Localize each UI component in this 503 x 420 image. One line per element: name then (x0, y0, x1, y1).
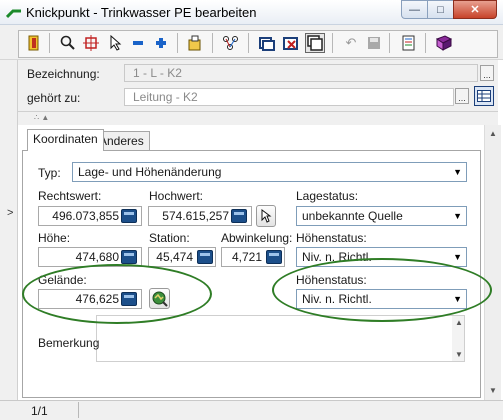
toolbar-separator (248, 33, 249, 53)
table-icon (477, 90, 491, 102)
calculator-icon[interactable] (121, 209, 137, 223)
panel-splitter[interactable] (18, 111, 498, 123)
undo-icon[interactable]: ↶ (342, 34, 360, 52)
pick-point-button[interactable] (256, 205, 276, 227)
lagestatus-select[interactable]: unbekannte Quelle ▼ (296, 206, 467, 226)
hoehe-label: Höhe: (38, 231, 71, 245)
station-label: Station: (149, 231, 190, 245)
book-icon[interactable] (435, 34, 453, 52)
scroll-down-icon[interactable]: ▼ (455, 350, 463, 359)
maximize-button[interactable]: □ (427, 0, 454, 19)
window-delete-icon[interactable] (282, 34, 300, 52)
minimize-button[interactable]: — (401, 0, 428, 19)
hoehenstatus-label: Höhenstatus: (296, 231, 367, 245)
calculator-icon[interactable] (266, 250, 282, 264)
left-gutter (0, 60, 18, 400)
plus-icon[interactable] (152, 34, 170, 52)
toolbar-separator (332, 33, 333, 53)
status-bar (0, 400, 503, 420)
calculator-icon[interactable] (121, 250, 137, 264)
bemerkung-label: Bemerkung (38, 336, 100, 350)
save-icon[interactable] (365, 34, 383, 52)
typ-select[interactable]: Lage- und Höhenänderung ▼ (72, 162, 467, 182)
rechtswert-label: Rechtswert: (38, 189, 102, 203)
chevron-down-icon: ▼ (453, 211, 462, 221)
window-restore-icon[interactable] (305, 33, 325, 53)
toolbar-separator (49, 33, 50, 53)
bezeichnung-label: Bezeichnung: (27, 67, 100, 81)
minus-icon[interactable] (129, 34, 147, 52)
lagestatus-label: Lagestatus: (296, 189, 359, 203)
gehoert-zu-more-button[interactable]: ... (455, 88, 469, 104)
bezeichnung-field[interactable]: 1 - L - K2 (124, 64, 478, 82)
vertical-scrollbar[interactable] (484, 125, 501, 400)
scroll-up-icon[interactable]: ▲ (455, 318, 463, 327)
hochwert-label: Hochwert: (149, 189, 204, 203)
gehoert-zu-label: gehört zu: (27, 91, 81, 105)
zoom-icon[interactable] (59, 34, 77, 52)
abwinkelung-label: Abwinkelung: (221, 231, 293, 245)
chevron-down-icon: ▼ (453, 167, 462, 177)
window-title: Knickpunkt - Trinkwasser PE bearbeiten (26, 5, 257, 20)
tab-koordinaten[interactable]: Koordinaten (27, 129, 104, 151)
open-table-button[interactable] (474, 86, 494, 106)
crosshair-icon[interactable] (82, 34, 100, 52)
annotation-ellipse (22, 264, 212, 324)
toolbar-separator (389, 33, 390, 53)
typ-select-value: Lage- und Höhenänderung (78, 165, 222, 179)
close-button[interactable]: ✕ (453, 0, 497, 19)
minimize-icon: — (409, 3, 420, 16)
gehoert-zu-field[interactable]: Leitung - K2 (124, 88, 454, 106)
typ-label: Typ: (38, 166, 61, 180)
calculator-icon[interactable] (197, 250, 213, 264)
page-count: 1/1 (31, 404, 48, 418)
edit-icon[interactable] (186, 34, 204, 52)
status-separator (78, 402, 79, 418)
toolbar-separator (425, 33, 426, 53)
bemerkung-textarea[interactable] (96, 315, 465, 362)
scroll-up-icon[interactable]: ▲ (489, 129, 497, 138)
toolbar-separator (212, 33, 213, 53)
print-icon[interactable] (400, 34, 418, 52)
app-icon (6, 9, 21, 19)
scroll-down-icon[interactable]: ▼ (489, 386, 497, 395)
bezeichnung-more-button[interactable]: ... (480, 65, 494, 81)
row-marker: > (7, 207, 14, 219)
pointer-icon[interactable] (106, 34, 124, 52)
lagestatus-select-value: unbekannte Quelle (302, 209, 403, 223)
close-icon: ✕ (470, 4, 480, 16)
exit-icon[interactable] (25, 34, 43, 52)
chevron-down-icon: ▼ (453, 252, 462, 262)
splitter-grip[interactable]: ∴ ▲ (34, 113, 49, 122)
pointer-icon (261, 209, 272, 223)
toolbar-separator (177, 33, 178, 53)
network-icon[interactable] (222, 34, 240, 52)
annotation-ellipse (272, 258, 492, 322)
window-icon[interactable] (258, 34, 276, 52)
calculator-icon[interactable] (231, 209, 247, 223)
maximize-icon: □ (437, 3, 444, 16)
